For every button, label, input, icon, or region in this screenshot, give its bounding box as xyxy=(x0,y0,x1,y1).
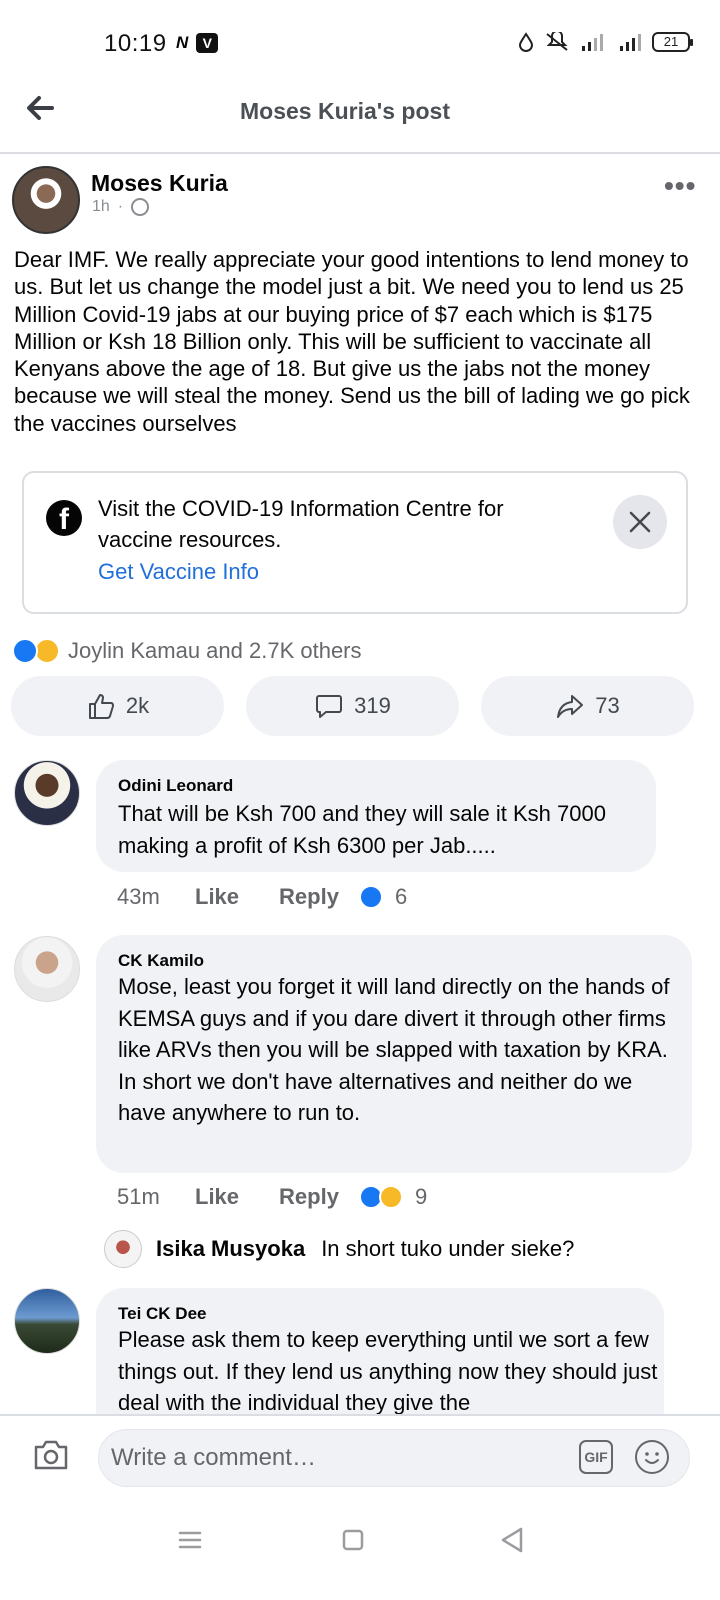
comment-count: 319 xyxy=(354,693,391,718)
comment-reaction-count[interactable]: 6 xyxy=(395,884,407,910)
meta-separator: · xyxy=(117,198,124,215)
commenter-avatar[interactable] xyxy=(14,936,80,1002)
comment-time[interactable]: 43m xyxy=(117,884,195,910)
comment-composer: Write a comment… GIF xyxy=(0,1414,720,1500)
post-header: Moses Kuria's post xyxy=(0,88,720,154)
emoji-button[interactable] xyxy=(635,1440,669,1474)
reactions-text: Joylin Kamau and 2.7K others xyxy=(68,638,362,663)
reply-avatar xyxy=(104,1230,142,1268)
like-button[interactable]: 2k xyxy=(11,676,224,736)
comment-input[interactable]: Write a comment… GIF xyxy=(98,1429,690,1487)
comment-bubble: Odini Leonard That will be Ksh 700 and t… xyxy=(96,760,656,872)
smiley-icon xyxy=(645,1452,659,1464)
reply-author-name: Isika Musyoka xyxy=(156,1236,306,1261)
commenter-name[interactable]: Tei CK Dee xyxy=(118,1304,207,1324)
data-saver-icon xyxy=(518,32,534,52)
reply-text: In short tuko under sieke? xyxy=(321,1236,575,1261)
post-actions: 2k 319 73 xyxy=(0,676,720,736)
comment-placeholder: Write a comment… xyxy=(111,1444,316,1471)
n-app-icon: N xyxy=(176,33,189,52)
comment-actions: 43m Like Reply 6 xyxy=(117,884,407,910)
comment-bubble: CK Kamilo Mose, least you forget it will… xyxy=(96,935,692,1173)
covid-card-text: Visit the COVID-19 Information Centre fo… xyxy=(98,496,504,552)
comment-reply-button[interactable]: Reply xyxy=(279,884,339,910)
square-icon xyxy=(342,1529,364,1551)
more-options-button[interactable]: ••• xyxy=(664,172,696,200)
camera-button[interactable] xyxy=(32,1438,70,1472)
comment-text: Please ask them to keep everything until… xyxy=(118,1327,658,1415)
signal-4g-icon xyxy=(582,34,603,51)
share-count: 73 xyxy=(595,693,620,718)
reply-preview[interactable]: Isika Musyoka In short tuko under sieke? xyxy=(104,1230,574,1268)
comment-like-button[interactable]: Like xyxy=(195,1184,239,1210)
system-icons: 21 xyxy=(518,32,693,52)
mute-icon xyxy=(546,32,568,51)
comment-like-button[interactable]: Like xyxy=(195,884,239,910)
recents-button[interactable] xyxy=(170,1520,210,1560)
author-avatar[interactable] xyxy=(12,166,80,234)
facebook-icon: f xyxy=(46,500,82,536)
commenter-name[interactable]: Odini Leonard xyxy=(118,776,233,796)
page-title: Moses Kuria's post xyxy=(240,98,450,124)
share-arrow-icon xyxy=(557,695,584,718)
haha-reaction-icon xyxy=(378,1185,403,1209)
close-icon xyxy=(629,511,651,533)
comment-bubble-icon xyxy=(316,695,343,718)
like-reaction-icon xyxy=(12,638,38,664)
home-button[interactable] xyxy=(333,1520,373,1560)
comment-reply-button[interactable]: Reply xyxy=(279,1184,339,1210)
signal-icon xyxy=(620,34,641,51)
commenter-name[interactable]: CK Kamilo xyxy=(118,951,204,971)
comment-reaction-count[interactable]: 9 xyxy=(415,1184,427,1210)
gif-button[interactable]: GIF xyxy=(579,1440,613,1474)
battery-icon: 21 xyxy=(652,32,693,52)
dismiss-card-button[interactable] xyxy=(613,495,667,549)
like-reaction-icon xyxy=(358,885,383,909)
triangle-back-icon xyxy=(501,1527,523,1553)
status-bar: 10:19 N V 21 xyxy=(0,0,720,88)
system-nav-bar xyxy=(0,1500,720,1600)
post-meta: 1h · xyxy=(92,198,150,216)
comment-button[interactable]: 319 xyxy=(246,676,459,736)
post-time[interactable]: 1h xyxy=(92,198,110,216)
system-back-button[interactable] xyxy=(493,1520,533,1560)
camera-icon xyxy=(34,1440,68,1470)
comment-text: Mose, least you forget it will land dire… xyxy=(118,974,670,1125)
globe-icon xyxy=(131,198,150,216)
comment-text: That will be Ksh 700 and they will sale … xyxy=(118,801,606,858)
covid-info-card: f Visit the COVID-19 Information Centre … xyxy=(22,471,688,614)
reactions-summary[interactable]: Joylin Kamau and 2.7K others xyxy=(12,638,362,664)
menu-lines-icon xyxy=(178,1531,202,1549)
comment-actions: 51m Like Reply 9 xyxy=(117,1184,427,1210)
notification-icons: N V xyxy=(176,33,219,53)
thumbs-up-icon xyxy=(88,694,114,719)
v-app-icon: V xyxy=(196,33,219,53)
status-time: 10:19 xyxy=(104,30,167,57)
commenter-avatar[interactable] xyxy=(14,760,80,826)
commenter-avatar[interactable] xyxy=(14,1288,80,1354)
get-vaccine-info-link[interactable]: Get Vaccine Info xyxy=(98,559,259,585)
like-count: 2k xyxy=(125,693,150,718)
post-author-name[interactable]: Moses Kuria xyxy=(91,170,228,197)
post-body: Dear IMF. We really appreciate your good… xyxy=(14,247,690,436)
share-button[interactable]: 73 xyxy=(481,676,694,736)
comment-time[interactable]: 51m xyxy=(117,1184,195,1210)
